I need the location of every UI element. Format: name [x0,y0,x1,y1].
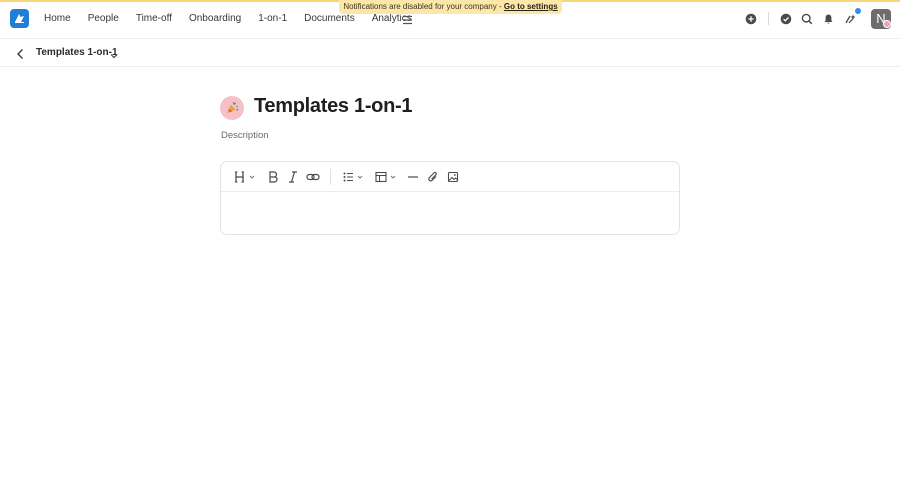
nav-item-documents[interactable]: Documents [304,13,355,24]
bold-icon[interactable] [267,170,279,184]
main-nav: Home People Time-off Onboarding 1-on-1 D… [44,13,429,24]
nav-item-1-on-1[interactable]: 1-on-1 [258,13,287,24]
page-title[interactable]: Templates 1-on-1 [254,95,413,118]
banner-message: Notifications are disabled for your comp… [343,2,504,11]
nav-divider [768,12,769,25]
rich-text-editor [220,161,680,235]
heading-icon[interactable] [234,170,258,184]
nav-item-time-off[interactable]: Time-off [136,13,172,24]
chevron-down-icon[interactable] [109,48,119,59]
description-field[interactable]: Description [221,130,269,141]
page-subheader: Templates 1-on-1 [0,39,900,67]
notification-dot [855,8,861,14]
nav-item-onboarding[interactable]: Onboarding [189,13,241,24]
toolbar-divider [330,169,331,185]
search-icon[interactable] [801,10,813,28]
horizontal-rule-icon[interactable] [407,170,419,184]
nav-item-people[interactable]: People [88,13,119,24]
check-circle-icon[interactable] [780,10,792,28]
editor-content-area[interactable] [221,192,679,235]
table-icon[interactable] [375,170,399,184]
app-logo-icon[interactable] [10,9,29,28]
party-popper-icon[interactable] [220,96,244,120]
chevron-left-icon[interactable] [14,47,27,59]
hamburger-icon[interactable] [402,13,413,25]
breadcrumb: Templates 1-on-1 [36,47,118,58]
editor-toolbar [221,162,679,192]
italic-icon[interactable] [287,170,299,184]
image-icon[interactable] [447,170,459,184]
avatar-status-badge [883,20,891,28]
bullet-list-icon[interactable] [342,170,366,184]
go-to-settings-link[interactable]: Go to settings [504,2,558,11]
bell-icon[interactable] [823,10,834,28]
link-icon[interactable] [306,170,320,184]
notifications-disabled-banner: Notifications are disabled for your comp… [339,0,562,14]
plus-circle-icon[interactable] [745,10,757,28]
nav-item-home[interactable]: Home [44,13,71,24]
paperclip-icon[interactable] [427,170,439,184]
